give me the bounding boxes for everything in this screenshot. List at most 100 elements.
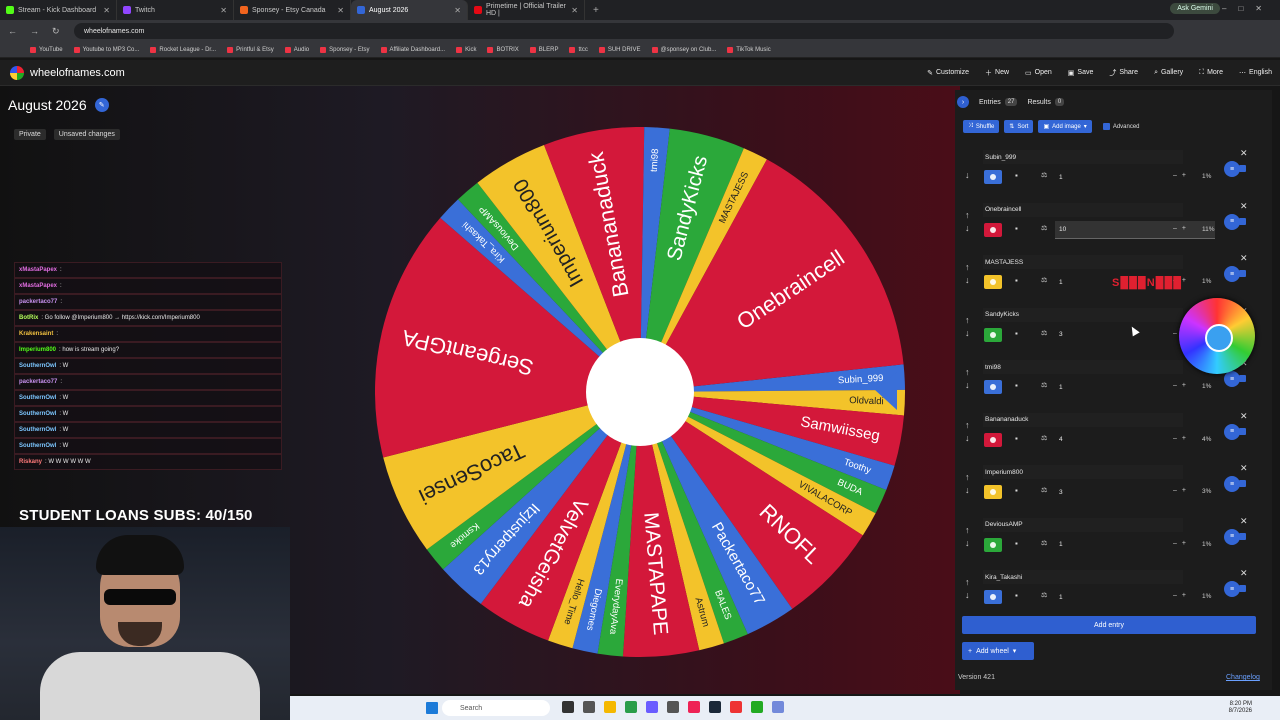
entry-visible-checkbox[interactable] (1239, 532, 1246, 540)
entry-color-button[interactable] (984, 537, 1002, 552)
menu-gallery[interactable]: ⌕ Gallery (1154, 68, 1183, 78)
bookmark-item[interactable]: SUH DRIVE (598, 46, 641, 53)
advanced-checkbox[interactable] (1102, 123, 1110, 130)
menu-customize[interactable]: ✎ Customize (927, 68, 969, 78)
app-icon[interactable] (646, 701, 658, 713)
sort-button[interactable]: ⇅ Sort (1004, 120, 1034, 133)
plus-icon[interactable]: + (1182, 435, 1186, 442)
entry-settings-icon[interactable]: ≡ (1224, 371, 1240, 387)
browser-tab[interactable]: Twitch ✕ (117, 0, 234, 20)
entry-weight-field[interactable]: 1 (1055, 168, 1215, 186)
reorder-arrows-icon[interactable]: ↑ ↓ (965, 524, 973, 550)
plus-icon[interactable]: + (1182, 382, 1186, 389)
weight-stepper[interactable]: –+ (1173, 172, 1186, 179)
entry-name-field[interactable]: Subin_999 (983, 150, 1183, 164)
close-tab-icon[interactable]: ✕ (103, 6, 110, 15)
entry-image-icon[interactable]: ▪ (1015, 276, 1018, 285)
minus-icon[interactable]: – (1173, 487, 1177, 494)
entry-name-field[interactable]: Banananaduck (983, 412, 1183, 427)
minus-icon[interactable]: – (1173, 382, 1177, 389)
entry-name-field[interactable]: SandyKicks (983, 307, 1183, 322)
entry-visible-checkbox[interactable] (1239, 165, 1246, 172)
entry-color-button[interactable] (984, 327, 1002, 342)
minus-icon[interactable]: – (1173, 540, 1177, 547)
entry-name-field[interactable]: Imperium800 (983, 465, 1183, 479)
entry-weight-field[interactable]: 1 (1055, 378, 1215, 396)
entry-settings-icon[interactable]: ≡ (1224, 213, 1240, 230)
wheel-svg[interactable]: Subin_999OldvaldiSamwiissegToothyBUDAVIV… (370, 122, 910, 662)
entry-weight-field[interactable]: 1 (1055, 536, 1215, 554)
menu-more[interactable]: ⛶ More (1199, 68, 1223, 78)
app-icon[interactable] (730, 701, 742, 713)
bookmark-item[interactable]: BLERP (529, 46, 558, 53)
add-image-button[interactable]: ▣ Add image ▾ (1038, 120, 1092, 133)
entry-weight-field[interactable]: 10 (1055, 220, 1215, 239)
delete-entry-icon[interactable]: ✕ (1240, 253, 1248, 264)
entry-color-button[interactable] (984, 275, 1002, 289)
entry-settings-icon[interactable]: ≡ (1224, 161, 1240, 177)
steam-icon[interactable] (709, 701, 721, 713)
menu-english[interactable]: ⋯ English (1239, 68, 1272, 78)
add-entry-button[interactable]: Add entry (962, 616, 1256, 634)
entry-weight-field[interactable]: 4 (1055, 431, 1215, 449)
plus-icon[interactable]: + (1182, 592, 1186, 599)
bookmark-item[interactable]: Audio (284, 46, 309, 53)
weight-stepper[interactable]: –+ (1173, 487, 1186, 494)
bookmark-item[interactable]: Sponsey - Etsy (320, 46, 370, 53)
delete-entry-icon[interactable]: ✕ (1240, 516, 1248, 527)
entry-visible-checkbox[interactable] (1239, 585, 1246, 592)
add-wheel-button[interactable]: + Add wheel ▾ (962, 642, 1034, 660)
advanced-toggle[interactable]: Advanced (1102, 120, 1140, 133)
system-tray[interactable]: 8:20 PM 8/7/2026 (1229, 701, 1252, 715)
entry-image-icon[interactable]: ▪ (1015, 486, 1018, 495)
collapse-panel-icon[interactable]: › (957, 96, 969, 108)
bookmark-item[interactable]: @sponsey on Club... (651, 46, 716, 53)
minus-icon[interactable]: – (1173, 435, 1177, 442)
entry-color-button[interactable] (984, 170, 1002, 184)
menu-new[interactable]: ＋ New (985, 68, 1009, 78)
app-icon[interactable] (751, 701, 763, 713)
bookmark-item[interactable]: Rocket League - Dr... (150, 46, 216, 53)
entry-settings-icon[interactable]: ≡ (1224, 266, 1240, 282)
entry-name-field[interactable]: DeviousAMP (983, 517, 1183, 532)
minus-icon[interactable]: – (1173, 592, 1177, 599)
changelog-link[interactable]: Changelog (1226, 674, 1260, 681)
entry-visible-checkbox[interactable] (1239, 427, 1246, 435)
minus-icon[interactable]: – (1173, 330, 1177, 337)
close-tab-icon[interactable]: ✕ (337, 6, 344, 15)
bookmark-item[interactable]: Affiliate Dashboard... (380, 46, 445, 53)
menu-save[interactable]: ▣ Save (1068, 68, 1094, 78)
chrome-icon[interactable] (625, 701, 637, 713)
entry-weight-field[interactable]: 1 (1055, 588, 1215, 606)
entry-name-field[interactable]: MASTAJESS (983, 255, 1183, 269)
bookmark-item[interactable]: Kick (456, 46, 476, 53)
bookmark-item[interactable]: Youtube to MP3 Co... (73, 46, 139, 53)
bookmark-item[interactable]: Printful & Etsy (227, 46, 274, 53)
delete-entry-icon[interactable]: ✕ (1240, 411, 1248, 422)
minus-icon[interactable]: – (1173, 225, 1177, 232)
entry-image-icon[interactable]: ▪ (1015, 381, 1018, 390)
bookmark-item[interactable]: YouTube (30, 46, 63, 53)
entry-color-button[interactable] (984, 222, 1002, 237)
plus-icon[interactable]: + (1182, 172, 1186, 179)
browser-tab[interactable]: Sponsey - Etsy Canada ✕ (234, 0, 351, 20)
plus-icon[interactable]: + (1182, 540, 1186, 547)
tab-results[interactable]: Results 0 (1027, 98, 1065, 106)
wheel[interactable]: Subin_999 Oldvaldi Samwiisseg Toothy BUDA VIV… (370, 122, 910, 662)
folder-icon[interactable] (604, 701, 616, 713)
ask-gemini-button[interactable]: Ask Gemini (1170, 3, 1220, 14)
entry-color-button[interactable] (984, 380, 1002, 394)
plus-icon[interactable]: + (1182, 277, 1186, 284)
reorder-arrows-icon[interactable]: ↑ ↓ (965, 366, 973, 392)
app-icon[interactable] (583, 701, 595, 713)
menu-open[interactable]: ▭ Open (1025, 68, 1052, 78)
shuffle-button[interactable]: ⤨ Shuffle (963, 120, 1000, 133)
site-logo[interactable]: wheelofnames.com (10, 65, 125, 80)
browser-tab[interactable]: August 2026 ✕ (351, 0, 468, 20)
close-tab-icon[interactable]: ✕ (454, 6, 461, 15)
weight-stepper[interactable]: –+ (1173, 592, 1186, 599)
entry-weight-field[interactable]: 3 (1055, 483, 1215, 501)
delete-entry-icon[interactable]: ✕ (1240, 148, 1248, 159)
entry-visible-checkbox[interactable] (1239, 270, 1246, 277)
entry-image-icon[interactable]: ▪ (1015, 171, 1018, 180)
